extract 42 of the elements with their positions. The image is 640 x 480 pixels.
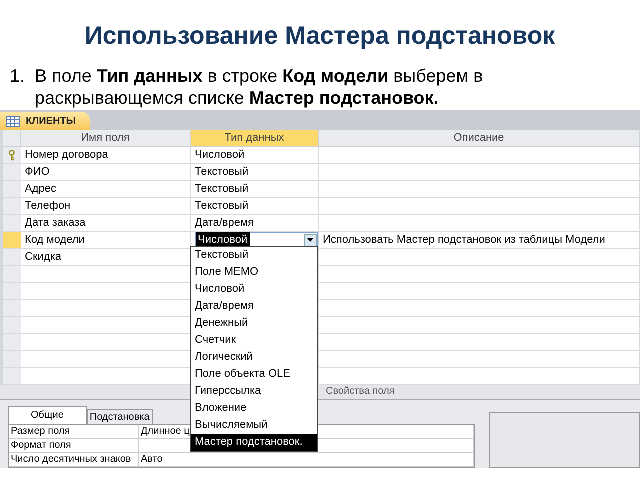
row-selector[interactable] bbox=[3, 249, 21, 266]
column-header: Тип данных bbox=[191, 130, 319, 147]
table-cell: Текстовый bbox=[191, 181, 319, 198]
row-selector[interactable] bbox=[3, 147, 21, 164]
table-cell: Код модели bbox=[21, 232, 191, 249]
row-selector[interactable] bbox=[3, 283, 21, 300]
table-icon bbox=[6, 116, 20, 126]
step-number: 1. bbox=[10, 65, 26, 88]
table-tab[interactable]: КЛИЕНТЫ bbox=[0, 112, 90, 130]
property-name: Число десятичных знаков bbox=[9, 453, 139, 467]
column-header: Имя поля bbox=[21, 130, 191, 147]
row-selector[interactable] bbox=[3, 164, 21, 181]
row-selector[interactable] bbox=[3, 266, 21, 283]
slide-title: Использование Мастера подстановок bbox=[84, 22, 556, 51]
row-selector[interactable] bbox=[3, 317, 21, 334]
table-cell: Текстовый bbox=[191, 198, 319, 215]
property-name: Размер поля bbox=[9, 425, 139, 439]
properties-tab[interactable]: Общие bbox=[8, 406, 87, 424]
table-cell: Числовой bbox=[191, 147, 319, 164]
row-selector[interactable] bbox=[3, 198, 21, 215]
table-cell: Дата заказа bbox=[21, 215, 191, 232]
row-selector[interactable] bbox=[3, 300, 21, 317]
table-cell: ФИО bbox=[21, 164, 191, 181]
key-icon bbox=[9, 150, 15, 160]
dropdown-button[interactable] bbox=[304, 234, 317, 246]
table-cell: Номер договора bbox=[21, 147, 191, 164]
row-selector[interactable] bbox=[3, 181, 21, 198]
row-selector[interactable] bbox=[3, 368, 21, 385]
property-name: Формат поля bbox=[9, 439, 139, 453]
instruction-text: В поле Тип данных в строке Код модели выберем в раскрывающемся списке Мастер подстановок. bbox=[35, 65, 484, 110]
property-value[interactable]: Авто bbox=[139, 453, 474, 467]
table-cell: Текстовый bbox=[191, 164, 319, 181]
row-selector[interactable] bbox=[3, 334, 21, 351]
properties-tab[interactable]: Подстановка bbox=[86, 409, 153, 424]
caret-icon bbox=[307, 238, 314, 242]
row-selector[interactable] bbox=[3, 215, 21, 232]
column-header: Описание bbox=[319, 130, 640, 147]
table-cell: Адрес bbox=[21, 181, 191, 198]
row-selector[interactable] bbox=[3, 351, 21, 368]
table-cell: Использовать Мастер подстановок из таблицы Модели bbox=[319, 232, 640, 249]
table-cell: Телефон bbox=[21, 198, 191, 215]
dropdown-option[interactable]: Мастер подстановок. bbox=[191, 434, 317, 451]
